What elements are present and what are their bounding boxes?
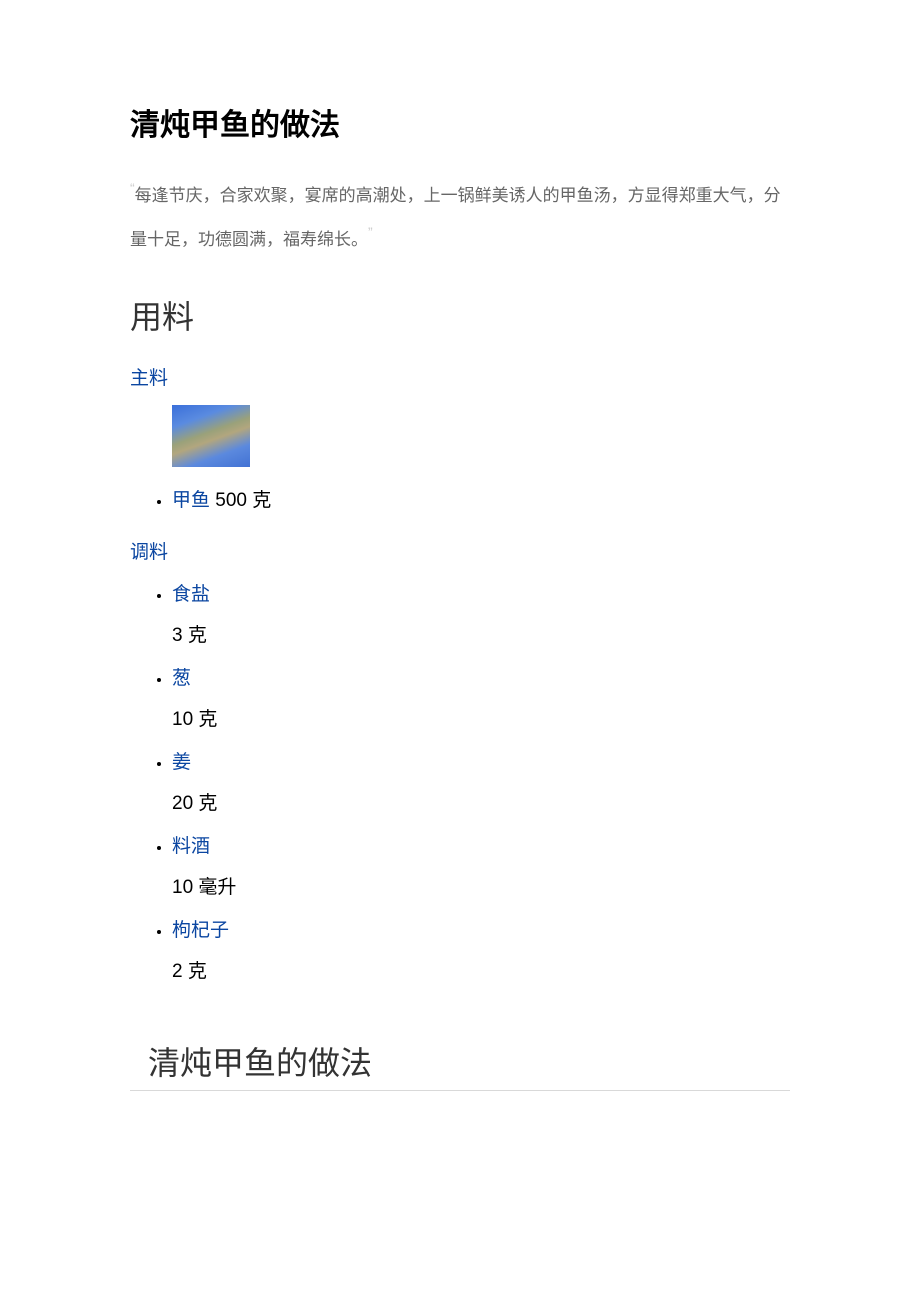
seasoning-name-link[interactable]: 枸杞子 <box>172 915 790 942</box>
seasoning-name-link[interactable]: 食盐 <box>172 579 790 606</box>
page-title: 清炖甲鱼的做法 <box>130 100 790 144</box>
ingredient-amount: 500 克 <box>215 490 271 511</box>
list-item: 食盐 3 克 <box>172 579 790 647</box>
seasoning-label: 调料 <box>130 537 790 564</box>
method-heading: 清炖甲鱼的做法 <box>148 1038 790 1084</box>
list-item: 姜 20 克 <box>172 747 790 815</box>
ingredient-line: 甲鱼 500 克 <box>172 485 790 512</box>
list-item: 料酒 10 毫升 <box>172 831 790 899</box>
list-item: 甲鱼 500 克 <box>172 405 790 512</box>
recipe-description: “每逢节庆，合家欢聚，宴席的高潮处，上一锅鲜美诱人的甲鱼汤，方显得郑重大气，分量… <box>130 174 790 262</box>
quote-close-icon: ” <box>368 214 373 250</box>
ingredient-image <box>172 405 250 467</box>
list-item: 枸杞子 2 克 <box>172 915 790 983</box>
seasoning-name-link[interactable]: 葱 <box>172 663 790 690</box>
main-ingredient-label: 主料 <box>130 363 790 390</box>
quote-open-icon: “ <box>130 170 135 206</box>
seasoning-amount: 20 克 <box>172 788 790 815</box>
main-ingredient-list: 甲鱼 500 克 <box>130 405 790 512</box>
seasoning-amount: 10 克 <box>172 704 790 731</box>
ingredients-heading: 用料 <box>130 292 790 338</box>
description-text: 每逢节庆，合家欢聚，宴席的高潮处，上一锅鲜美诱人的甲鱼汤，方显得郑重大气，分量十… <box>130 186 781 249</box>
seasoning-amount: 10 毫升 <box>172 872 790 899</box>
seasoning-amount: 3 克 <box>172 620 790 647</box>
list-item: 葱 10 克 <box>172 663 790 731</box>
ingredient-name-link[interactable]: 甲鱼 <box>172 490 210 511</box>
seasoning-name-link[interactable]: 姜 <box>172 747 790 774</box>
method-section: 清炖甲鱼的做法 <box>130 1038 790 1091</box>
seasoning-list: 食盐 3 克 葱 10 克 姜 20 克 料酒 10 毫升 枸杞子 2 克 <box>130 579 790 983</box>
seasoning-name-link[interactable]: 料酒 <box>172 831 790 858</box>
seasoning-amount: 2 克 <box>172 956 790 983</box>
